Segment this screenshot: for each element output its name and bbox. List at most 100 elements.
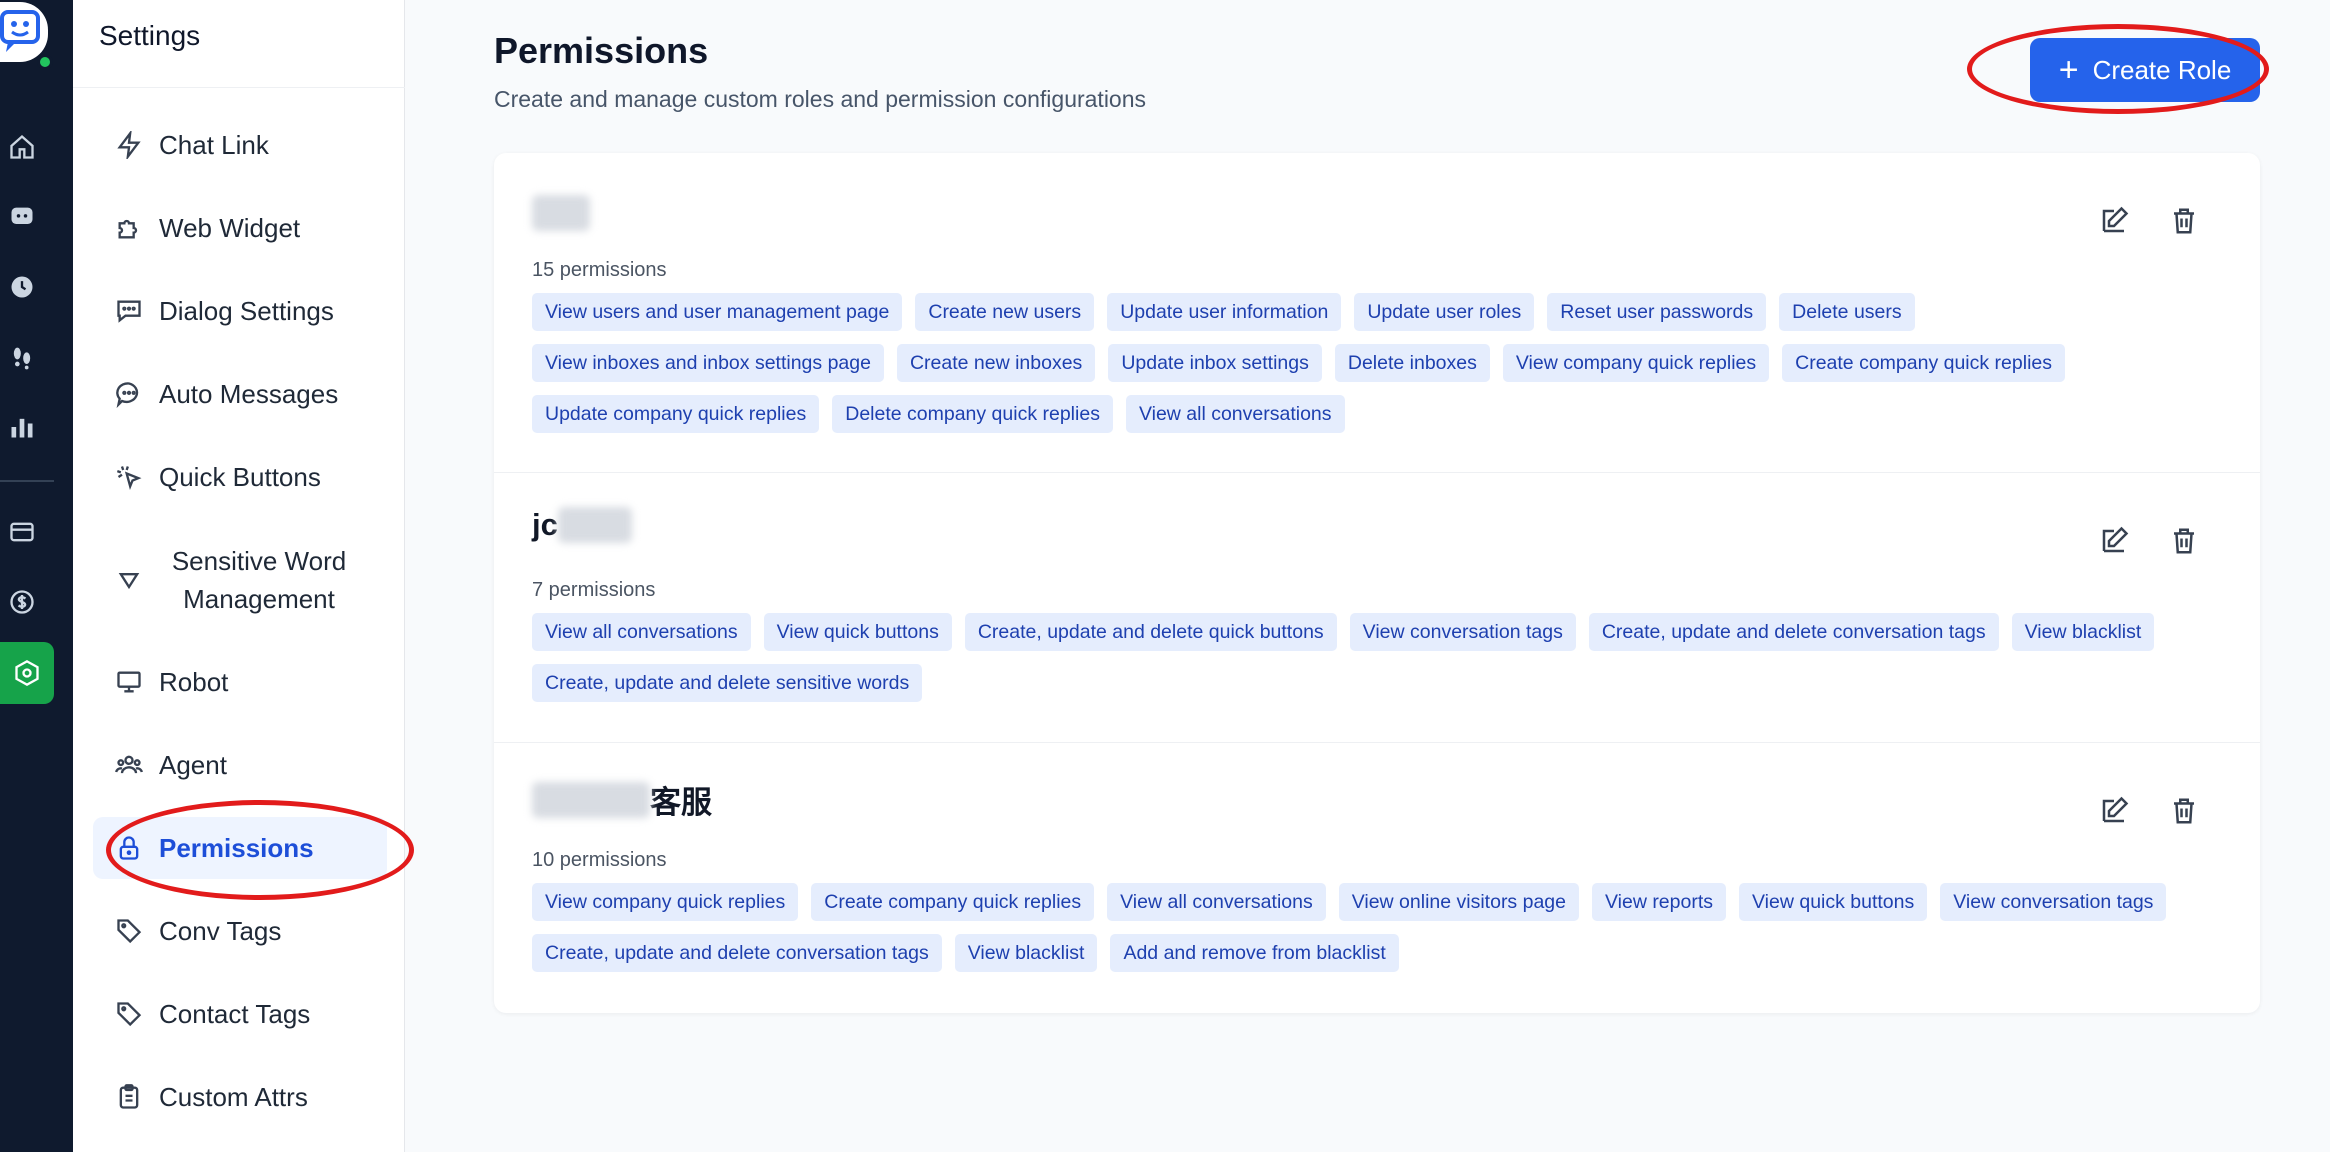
role-row: 客服 10 permissions View company quick rep… [494, 743, 2260, 1013]
permission-count: 10 permissions [532, 849, 667, 871]
home-icon[interactable] [0, 125, 44, 169]
tag-icon [113, 998, 145, 1030]
permission-tag: Add and remove from blacklist [1110, 934, 1399, 972]
permission-tag: View reports [1591, 883, 1727, 921]
create-role-label: Create Role [2092, 54, 2232, 85]
permission-tag: View company quick replies [1502, 344, 1770, 382]
permission-tags: View company quick replies Create compan… [532, 883, 2232, 972]
bolt-icon [113, 129, 145, 161]
sidebar-item-label: Agent [159, 749, 227, 780]
role-name [532, 195, 590, 231]
lock-icon [113, 832, 145, 864]
settings-hex-icon[interactable] [0, 642, 54, 704]
footprints-icon[interactable] [0, 335, 44, 379]
permission-tag: View users and user management page [532, 293, 903, 331]
sidebar-item-label: Quick Buttons [159, 461, 321, 492]
clipboard-icon [113, 1081, 145, 1113]
sidebar-item-label: Chat Link [159, 129, 269, 160]
delete-icon[interactable] [2168, 525, 2200, 557]
role-name: 客服 [532, 777, 712, 822]
plus-icon: + [2058, 51, 2079, 89]
create-role-button[interactable]: + Create Role [2030, 38, 2260, 102]
permission-tag: Delete company quick replies [832, 395, 1113, 433]
permission-tag: Create, update and delete conversation t… [532, 934, 942, 972]
sidebar-item-permissions[interactable]: Permissions [93, 817, 387, 879]
rail-divider [0, 480, 54, 482]
app-logo[interactable] [0, 2, 53, 70]
permission-tag: Create company quick replies [1782, 344, 2065, 382]
sidebar-item-label: Conv Tags [159, 915, 282, 946]
sidebar-item-sensitive-word-management[interactable]: Sensitive Word Management [93, 535, 387, 625]
online-status-dot [37, 54, 53, 70]
permission-tag: Delete inboxes [1334, 344, 1490, 382]
sidebar-item-label: Dialog Settings [159, 295, 334, 326]
billing-card-icon[interactable] [0, 510, 44, 554]
sidebar-item-label: Permissions [159, 832, 314, 863]
delete-icon[interactable] [2168, 205, 2200, 237]
history-icon[interactable] [0, 265, 44, 309]
sidebar-divider [73, 87, 405, 88]
permission-tag: Delete users [1779, 293, 1915, 331]
permission-tag: Update user roles [1354, 293, 1535, 331]
permission-tags: View users and user management page Crea… [532, 293, 2232, 433]
permission-tag: View online visitors page [1338, 883, 1579, 921]
sidebar-item-auto-messages[interactable]: Auto Messages [93, 363, 387, 425]
icon-rail [0, 0, 73, 1152]
users-icon [113, 749, 145, 781]
role-actions [2098, 525, 2200, 557]
sidebar-item-quick-buttons[interactable]: Quick Buttons [93, 446, 387, 508]
settings-sidebar: Settings Chat Link Web Widget Dialog Set… [73, 0, 405, 1152]
role-actions [2098, 205, 2200, 237]
sidebar-item-chat-link[interactable]: Chat Link [93, 114, 387, 176]
cursor-click-icon [113, 461, 145, 493]
sidebar-item-dialog-settings[interactable]: Dialog Settings [93, 280, 387, 342]
page-title: Permissions [494, 30, 709, 71]
permission-tag: Create, update and delete sensitive word… [532, 664, 923, 702]
permission-tag: View conversation tags [1940, 883, 2167, 921]
sidebar-item-robot[interactable]: Robot [93, 651, 387, 713]
sidebar-item-label: Contact Tags [159, 998, 311, 1029]
redacted-name [532, 781, 650, 818]
sidebar-item-label: Robot [159, 666, 229, 697]
chat-icon[interactable] [0, 195, 44, 239]
sidebar-item-agent[interactable]: Agent [93, 734, 387, 796]
sidebar-item-label: Sensitive Word Management [171, 546, 347, 614]
permission-tag: Reset user passwords [1547, 293, 1767, 331]
permission-tag: View blacklist [954, 934, 1098, 972]
sidebar-item-label: Web Widget [159, 212, 301, 243]
permission-tag: View quick buttons [1739, 883, 1928, 921]
permission-tag: Update company quick replies [532, 395, 820, 433]
permission-tag: Create company quick replies [811, 883, 1095, 921]
bar-chart-icon[interactable] [0, 405, 44, 449]
permission-tag: Update user information [1107, 293, 1342, 331]
delete-icon[interactable] [2168, 795, 2200, 827]
permission-tags: View all conversations View quick button… [532, 613, 2232, 702]
roles-list: 15 permissions View users and user manag… [494, 153, 2260, 1013]
role-name: jc [532, 507, 632, 543]
monitor-icon [113, 666, 145, 698]
permission-tag: View conversation tags [1349, 613, 1576, 651]
permission-count: 7 permissions [532, 579, 656, 601]
edit-icon[interactable] [2098, 205, 2130, 237]
edit-icon[interactable] [2098, 795, 2130, 827]
sidebar-item-contact-tags[interactable]: Contact Tags [93, 983, 387, 1045]
permission-tag: Update inbox settings [1108, 344, 1322, 382]
chat-square-icon [113, 295, 145, 327]
page-subtitle: Create and manage custom roles and permi… [494, 86, 1147, 112]
permission-tag: Create, update and delete quick buttons [964, 613, 1337, 651]
dollar-icon[interactable] [0, 580, 44, 624]
permission-count: 15 permissions [532, 259, 667, 281]
permission-tag: Create new users [915, 293, 1095, 331]
role-actions [2098, 795, 2200, 827]
chat-bubble-icon [113, 378, 145, 410]
permission-tag: Create, update and delete conversation t… [1588, 613, 1999, 651]
permission-tag: View company quick replies [532, 883, 799, 921]
edit-icon[interactable] [2098, 525, 2130, 557]
puzzle-icon [113, 212, 145, 244]
sidebar-item-web-widget[interactable]: Web Widget [93, 197, 387, 259]
sidebar-item-custom-attrs[interactable]: Custom Attrs [93, 1066, 387, 1128]
permission-tag: View blacklist [2011, 613, 2155, 651]
sidebar-item-label: Custom Attrs [159, 1081, 308, 1112]
redacted-name [532, 195, 590, 231]
sidebar-item-conv-tags[interactable]: Conv Tags [93, 900, 387, 962]
